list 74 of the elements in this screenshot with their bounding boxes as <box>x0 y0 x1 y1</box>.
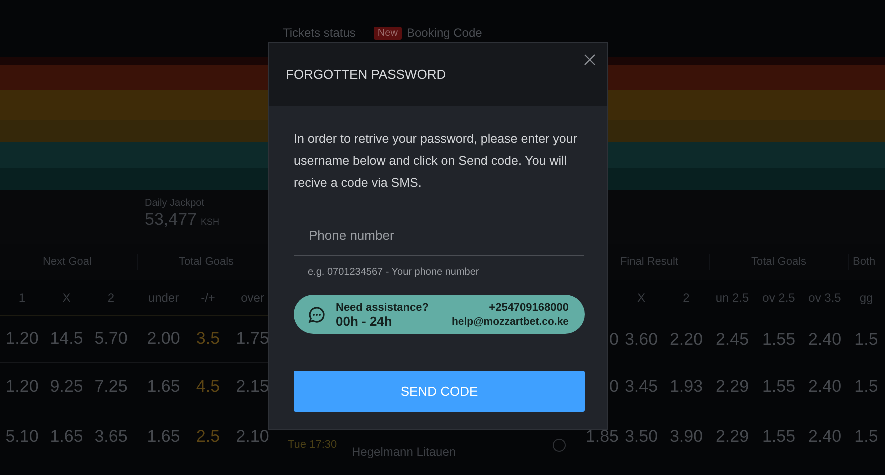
column-header: 2 <box>106 290 116 306</box>
odds-cell-text: 2.00 <box>146 328 182 350</box>
odds-cell-text: 4.5 <box>195 376 222 398</box>
odds-cell-text: 1.55 <box>761 328 797 351</box>
column-header: 2 <box>682 290 691 307</box>
support-hours: 00h - 24h <box>336 314 394 328</box>
column-header: un 2.5 <box>714 290 750 307</box>
chat-bubble-icon <box>308 306 326 324</box>
odds-cell-text: 2.5 <box>195 426 222 448</box>
odds-cell-text: 2.10 <box>235 426 270 448</box>
odds-cell-text: 1.75 <box>235 328 270 350</box>
column-header: -/+ <box>200 290 216 306</box>
odds-cell-text: 2.40 <box>807 328 843 351</box>
nav-tab[interactable]: Tickets status <box>283 26 356 40</box>
odds-cell-text: 2.40 <box>807 426 843 448</box>
jackpot-amount: 53,477 <box>145 210 197 230</box>
phone-input-field[interactable]: Phone number <box>294 216 584 256</box>
odds-cell-text: 3.45 <box>624 376 660 398</box>
odds-cell-text: 7.25 <box>94 376 129 398</box>
odds-cell-text: 2.45 <box>714 328 750 351</box>
odds-cell-text: 1.20 <box>4 328 40 350</box>
odds-cell-text: 2.29 <box>714 426 750 448</box>
odds-cell-text: 1.5 <box>854 426 880 448</box>
team-name: Hegelmann Litauen <box>352 444 458 461</box>
column-header: ov 3.5 <box>808 290 842 307</box>
jackpot-label: Daily Jackpot <box>145 198 206 210</box>
column-group-header: Final Result <box>619 254 680 270</box>
nav-tab[interactable]: Booking Code <box>406 26 482 40</box>
odds-cell-text: 14.5 <box>49 328 84 350</box>
odds-cell-text: 5.70 <box>94 328 129 350</box>
odds-cell-text: 1.55 <box>761 426 797 448</box>
odds-cell-text: 9.25 <box>49 376 84 398</box>
odds-cell-text: 0 <box>608 328 619 351</box>
close-button[interactable] <box>583 53 597 67</box>
odds-cell-text: 1.20 <box>4 376 40 398</box>
currency-label: KSH <box>201 216 220 229</box>
column-header: ov 2.5 <box>762 290 796 307</box>
column-group-header: Total Goals <box>709 254 848 270</box>
field-hint: e.g. 0701234567 - Your phone number <box>307 266 480 280</box>
modal-title: FORGOTTEN PASSWORD <box>286 66 446 84</box>
column-header: 1 <box>18 290 27 306</box>
assistance-title: Need assistance? <box>336 300 430 314</box>
odds-cell-text: 5.10 <box>4 426 40 448</box>
column-header: over <box>240 290 266 306</box>
odds-cell-text: 3.60 <box>624 328 660 351</box>
odds-cell-text: 3.5 <box>195 328 222 350</box>
odds-cell-text: 1.85 <box>584 426 619 448</box>
odds-cell-text: 1.5 <box>854 328 880 351</box>
odds-cell-text: 2.15 <box>235 376 270 398</box>
odds-cell-text: 1.93 <box>668 376 704 398</box>
odds-cell-text: 3.50 <box>624 426 660 448</box>
odds-cell-text: 2.29 <box>714 376 750 398</box>
instructions-text: In order to retrive your password, please enter your username below and click on Send code. You will recive a code via SMS. <box>294 131 578 192</box>
odds-cell-text: 1.55 <box>761 376 797 398</box>
new-badge: New <box>374 26 402 40</box>
odds-cell-text: 0 <box>608 376 619 398</box>
odds-cell-text: 1.65 <box>49 426 84 448</box>
column-header: gg <box>858 290 874 307</box>
odds-cell-text: 1.65 <box>146 376 182 398</box>
support-phone: +254709168000 <box>489 300 569 314</box>
odds-cell-text: 1.65 <box>146 426 182 448</box>
column-header: X <box>636 290 646 307</box>
support-email: help@mozzartbet.co.ke <box>452 314 569 328</box>
odds-cell-text: 2.40 <box>807 376 843 398</box>
column-group-header: Next Goal <box>42 254 93 270</box>
send-code-button[interactable]: SEND CODE <box>294 371 585 412</box>
odds-cell-text: 3.65 <box>94 426 129 448</box>
odds-cell-text: 2.20 <box>668 328 704 351</box>
match-time: Tue 17:30 <box>288 438 338 453</box>
odds-cell-text: 1.5 <box>854 376 880 398</box>
column-header: under <box>147 290 180 306</box>
column-header: X <box>62 290 72 306</box>
column-group-header: Both <box>848 254 885 270</box>
odds-cell-text: 3.90 <box>668 426 704 448</box>
